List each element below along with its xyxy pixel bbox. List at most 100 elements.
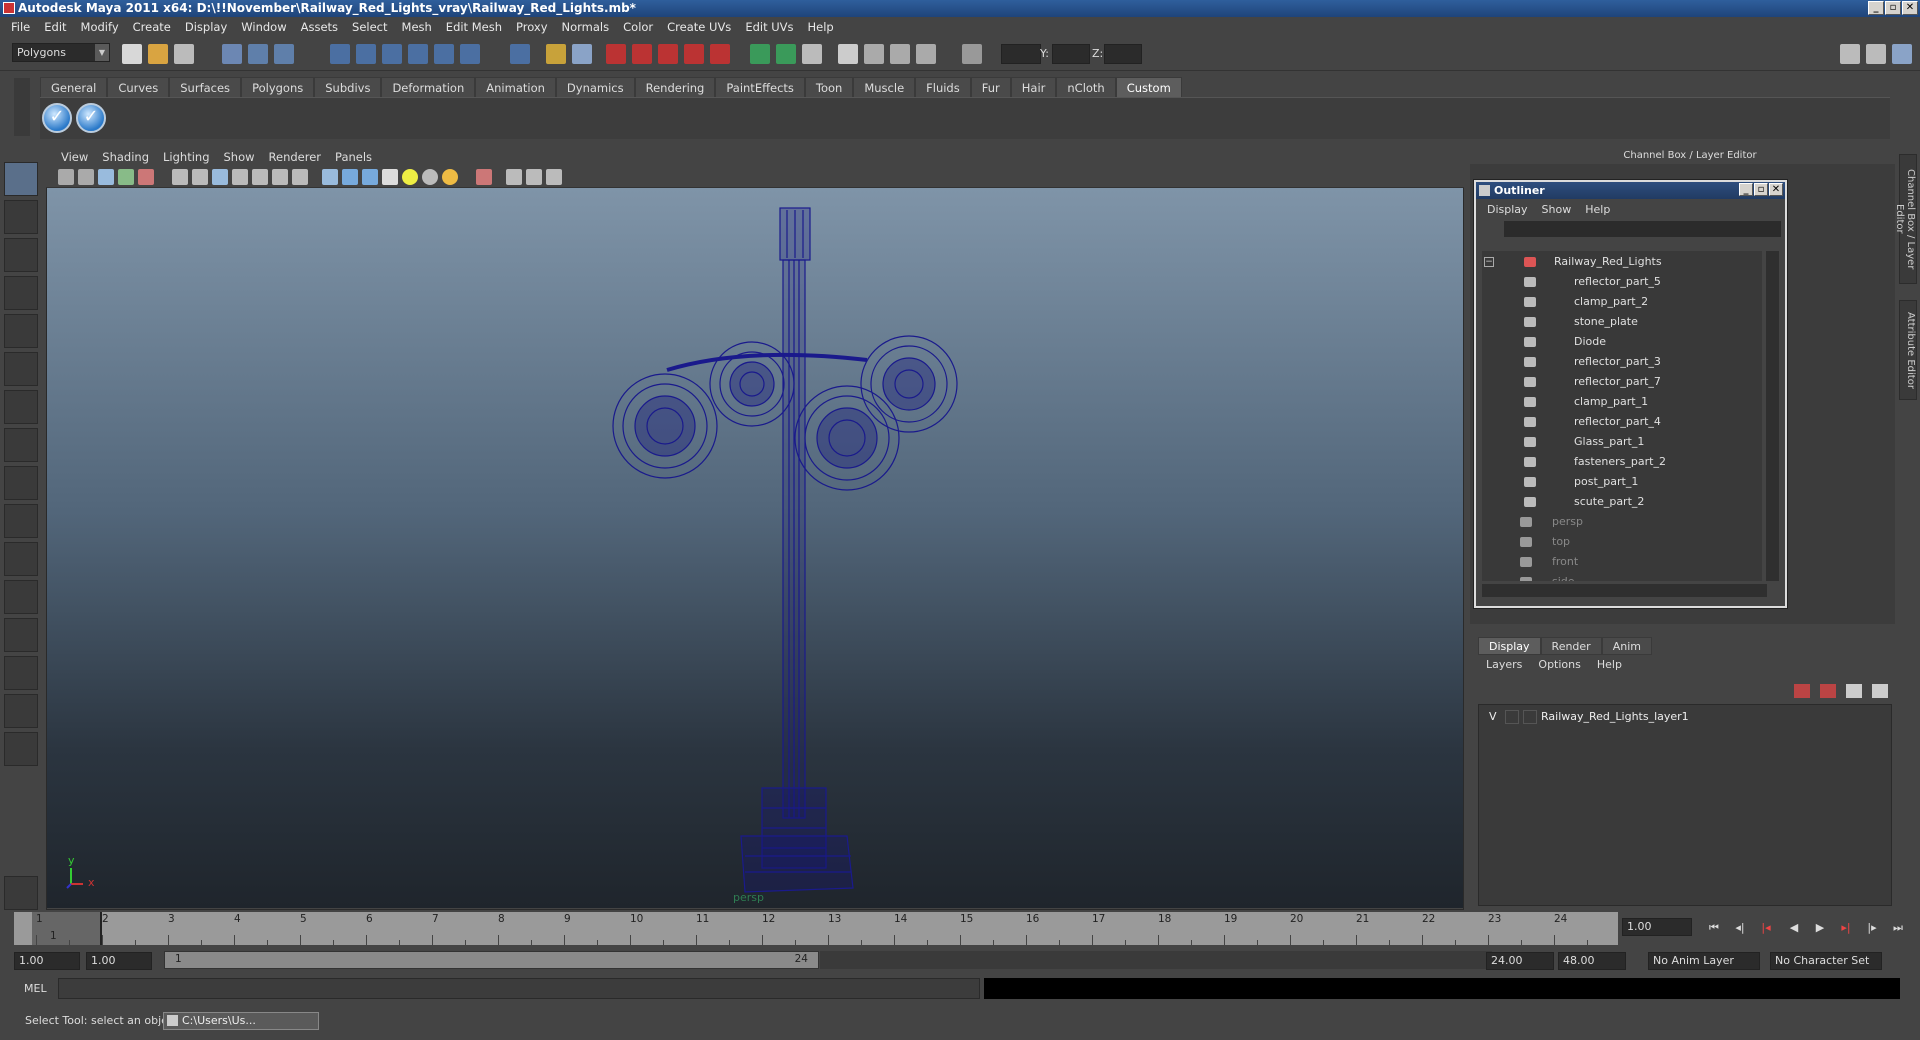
menu-edit-mesh[interactable]: Edit Mesh (439, 20, 509, 34)
all-lights-icon[interactable] (422, 169, 438, 185)
xray-icon[interactable] (506, 169, 522, 185)
outliner-item-row[interactable]: stone_plate (1482, 312, 1762, 332)
outliner-item-row[interactable]: fasteners_part_2 (1482, 452, 1762, 472)
tab-deformation[interactable]: Deformation (381, 77, 476, 97)
menu-select[interactable]: Select (345, 20, 394, 34)
new-scene-icon[interactable] (122, 44, 142, 64)
end-time-field[interactable]: 48.00 (1558, 952, 1626, 970)
tab-curves[interactable]: Curves (107, 77, 170, 97)
check-icon[interactable]: ✓ (76, 103, 106, 133)
menu-assets[interactable]: Assets (294, 20, 345, 34)
x-field[interactable] (1001, 44, 1041, 64)
play-backwards-icon[interactable]: ◀ (1784, 920, 1804, 936)
outliner-item-row[interactable]: reflector_part_5 (1482, 272, 1762, 292)
mel-input[interactable] (58, 978, 980, 999)
rotate-tool-icon[interactable] (4, 314, 38, 348)
vp-menu-renderer[interactable]: Renderer (262, 150, 329, 164)
z-field[interactable] (1104, 44, 1142, 64)
selection-field-icon[interactable] (776, 44, 796, 64)
outliner-item-row[interactable]: reflector_part_3 (1482, 352, 1762, 372)
lock-icon[interactable] (546, 44, 566, 64)
layer-visibility-toggle[interactable]: V (1489, 707, 1497, 727)
menu-normals[interactable]: Normals (555, 20, 617, 34)
menu-modify[interactable]: Modify (74, 20, 126, 34)
outliner-item-row[interactable]: scute_part_2 (1482, 492, 1762, 512)
construction-history-icon[interactable] (572, 44, 592, 64)
range-slider-track[interactable] (820, 951, 1492, 969)
isolate-select-icon[interactable] (476, 169, 492, 185)
outliner-maximize-button[interactable]: ▫ (1754, 183, 1768, 196)
paint-select-tool-icon[interactable] (4, 238, 38, 272)
show-manipulator-icon[interactable] (4, 466, 38, 500)
menu-file[interactable]: File (4, 20, 37, 34)
camera-attributes-icon[interactable] (78, 169, 94, 185)
open-scene-icon[interactable] (148, 44, 168, 64)
outliner-item-row[interactable]: Diode (1482, 332, 1762, 352)
move-layer-up-icon[interactable] (1846, 684, 1862, 698)
tab-rendering[interactable]: Rendering (634, 77, 716, 97)
shutter-icon[interactable] (916, 44, 936, 64)
outliner-camera-row[interactable]: side (1482, 572, 1762, 581)
time-slider[interactable]: 1 1 2 3 4 5 6 7 8 9 10 11 12 13 14 15 16 17 18 19 20 21 22 23 2… (14, 912, 1618, 945)
outliner-menu-show[interactable]: Show (1535, 203, 1579, 216)
scale-tool-icon[interactable] (4, 352, 38, 386)
range-slider[interactable]: 1 24 (164, 951, 819, 969)
anim-layer-selector[interactable]: No Anim Layer (1648, 952, 1760, 970)
maximize-button[interactable]: ▫ (1885, 1, 1901, 15)
outliner-camera-row[interactable]: persp (1482, 512, 1762, 532)
collapse-toggle-icon[interactable]: − (1484, 257, 1494, 267)
outliner-vertical-scrollbar[interactable] (1766, 251, 1779, 581)
vp-menu-shading[interactable]: Shading (95, 150, 156, 164)
menu-mesh[interactable]: Mesh (395, 20, 439, 34)
transform-mode-icon[interactable] (962, 44, 982, 64)
shelf-menu-handle[interactable] (14, 78, 30, 136)
tab-subdivs[interactable]: Subdivs (314, 77, 382, 97)
tab-ncloth[interactable]: nCloth (1056, 77, 1116, 97)
playback-end-field[interactable]: 24.00 (1486, 952, 1554, 970)
menu-create[interactable]: Create (126, 20, 178, 34)
2d-pan-zoom-icon[interactable] (138, 169, 154, 185)
resolution-gate-icon[interactable] (212, 169, 228, 185)
outliner-item-row[interactable]: clamp_part_1 (1482, 392, 1762, 412)
render-view-icon[interactable] (710, 44, 730, 64)
gate-mask-icon[interactable] (232, 169, 248, 185)
select-tool-icon[interactable] (4, 162, 38, 196)
lasso-tool-icon[interactable] (4, 200, 38, 234)
outliner-item-row[interactable]: post_part_1 (1482, 472, 1762, 492)
image-plane-icon[interactable] (118, 169, 134, 185)
mel-toggle[interactable]: MEL (24, 982, 47, 995)
menu-color[interactable]: Color (616, 20, 660, 34)
select-component-icon[interactable] (274, 44, 294, 64)
outliner-item-row[interactable]: reflector_part_7 (1482, 372, 1762, 392)
move-tool-icon[interactable] (4, 276, 38, 310)
outliner-close-button[interactable]: ✕ (1769, 183, 1783, 196)
layer-color-swatch[interactable] (1523, 710, 1537, 724)
graph-persp-layout-icon[interactable] (4, 656, 38, 690)
camera-icon[interactable] (838, 44, 858, 64)
outliner-menu-display[interactable]: Display (1480, 203, 1535, 216)
outliner-root-row[interactable]: − Railway_Red_Lights (1482, 252, 1762, 272)
layer-menu-options[interactable]: Options (1530, 658, 1588, 671)
tab-render-layers[interactable]: Render (1540, 637, 1602, 655)
bookmark-icon[interactable] (98, 169, 114, 185)
tab-general[interactable]: General (40, 77, 108, 97)
start-time-field[interactable]: 1.00 (14, 952, 80, 970)
default-light-icon[interactable] (402, 169, 418, 185)
toggle-tool-settings-icon[interactable] (1866, 44, 1886, 64)
toggle-channel-box-icon[interactable] (1892, 44, 1912, 64)
play-forwards-icon[interactable]: ▶ (1810, 920, 1830, 936)
step-forward-key-icon[interactable]: ▸| (1836, 920, 1856, 936)
new-layer-from-selection-icon[interactable] (1794, 684, 1810, 698)
taskbar-window-button[interactable]: C:\Users\Us... (163, 1012, 319, 1030)
step-forward-frame-icon[interactable]: |▸ (1862, 920, 1882, 936)
menu-help[interactable]: Help (801, 20, 841, 34)
save-scene-icon[interactable] (174, 44, 194, 64)
playback-start-field[interactable]: 1.00 (86, 952, 152, 970)
vp-menu-panels[interactable]: Panels (328, 150, 379, 164)
tab-fluids[interactable]: Fluids (915, 77, 971, 97)
outliner-horizontal-scrollbar[interactable] (1482, 584, 1767, 597)
vp-menu-view[interactable]: View (54, 150, 95, 164)
custom-layout-icon[interactable] (4, 732, 38, 766)
tab-polygons[interactable]: Polygons (241, 77, 315, 97)
tab-animation[interactable]: Animation (475, 77, 556, 97)
